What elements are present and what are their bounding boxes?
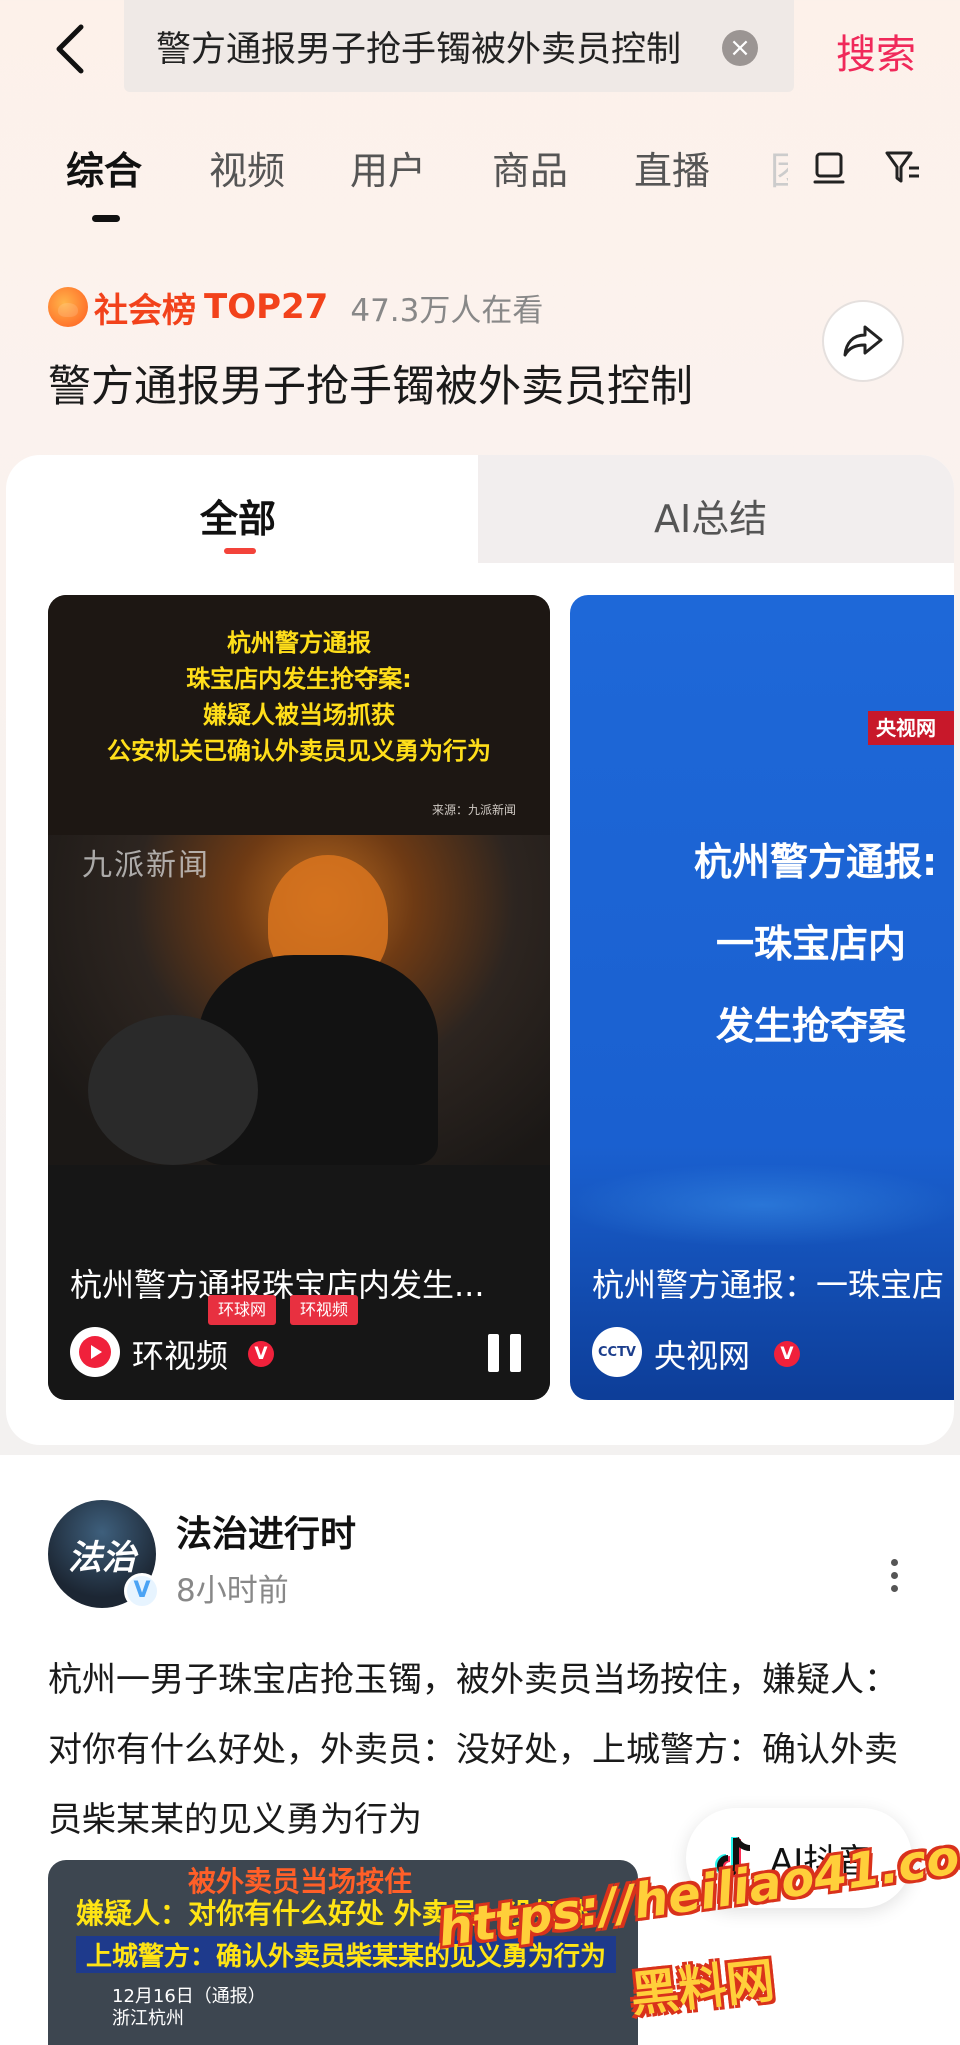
video-source-note: 来源：九派新闻 bbox=[431, 803, 516, 817]
share-icon bbox=[843, 325, 883, 357]
video-frame bbox=[48, 835, 550, 1165]
layout-icon[interactable] bbox=[804, 142, 854, 192]
tab-overflow: 团 bbox=[770, 140, 788, 195]
video-watermark: 九派新闻 bbox=[82, 848, 210, 883]
video-tag: 央视网 bbox=[868, 711, 954, 745]
video-caption-line: 一珠宝店内 bbox=[716, 922, 907, 966]
search-query[interactable]: 警方通报男子抢手镯被外卖员控制 bbox=[156, 21, 716, 72]
source-avatar[interactable] bbox=[70, 1327, 120, 1377]
video-caption-area: 杭州警方通报 珠宝店内发生抢夺案: 嫌疑人被当场抓获 公安机关已确认外卖员见义勇… bbox=[48, 595, 550, 835]
rank-number: TOP27 bbox=[204, 287, 329, 327]
share-button[interactable] bbox=[822, 300, 904, 382]
watch-count: 47.3万人在看 bbox=[350, 292, 544, 329]
top-bar: 警方通报男子抢手镯被外卖员控制 × 搜索 bbox=[0, 0, 960, 100]
rank-label: 社会榜 bbox=[94, 290, 196, 331]
search-button[interactable]: 搜索 bbox=[836, 22, 916, 80]
tab-live[interactable]: 直播 bbox=[634, 140, 710, 195]
tab-user[interactable]: 用户 bbox=[350, 140, 426, 195]
video-logos: 环球网 环视频 bbox=[208, 1295, 359, 1325]
segment-all[interactable]: 全部 bbox=[200, 488, 276, 543]
chevron-left-icon[interactable] bbox=[40, 14, 100, 84]
video-caption-line: 杭州警方通报: bbox=[694, 840, 938, 884]
filter-icon[interactable] bbox=[878, 142, 928, 192]
hot-rank-row[interactable]: 社会榜 TOP27 47.3万人在看 bbox=[48, 282, 543, 332]
tab-comprehensive[interactable]: 综合 bbox=[66, 140, 142, 195]
fire-icon bbox=[48, 287, 88, 327]
tab-video[interactable]: 视频 bbox=[209, 140, 285, 195]
source-avatar[interactable]: CCTV bbox=[592, 1327, 642, 1377]
video-caption: 杭州警方通报 珠宝店内发生抢夺案: 嫌疑人被当场抓获 公安机关已确认外卖员见义勇… bbox=[107, 629, 491, 765]
segment-indicator bbox=[224, 548, 256, 554]
more-vertical-icon[interactable] bbox=[878, 1555, 910, 1595]
video-caption-line: 发生抢夺案 bbox=[716, 1004, 907, 1048]
tab-goods[interactable]: 商品 bbox=[492, 140, 568, 195]
post-card[interactable]: 法治 V 法治进行时 8小时前 杭州一男子珠宝店抢玉镯，被外卖员当场按住，嫌疑人… bbox=[0, 1455, 960, 2045]
verified-badge: V bbox=[248, 1341, 274, 1367]
verified-badge: V bbox=[774, 1341, 800, 1367]
search-input[interactable]: 警方通报男子抢手镯被外卖员控制 × bbox=[124, 0, 794, 92]
topic-headline: 警方通报男子抢手镯被外卖员控制 bbox=[48, 362, 693, 412]
verified-icon: V bbox=[124, 1573, 160, 1609]
segment-ai-summary[interactable]: AI总结 bbox=[654, 488, 767, 543]
pause-icon[interactable] bbox=[488, 1334, 522, 1372]
author-name[interactable]: 法治进行时 bbox=[176, 1505, 356, 1557]
clear-icon[interactable]: × bbox=[722, 30, 758, 66]
video-card[interactable]: 杭州警方通报 珠宝店内发生抢夺案: 嫌疑人被当场抓获 公安机关已确认外卖员见义勇… bbox=[48, 595, 550, 1400]
post-time: 8小时前 bbox=[176, 1573, 289, 1609]
watermark-name: 黑料网 bbox=[627, 1952, 778, 2024]
source-name[interactable]: 环视频 bbox=[132, 1331, 228, 1377]
active-tab-indicator bbox=[92, 215, 120, 222]
video-card[interactable]: 央视网 杭州警方通报: 一珠宝店内 发生抢夺案 杭州警方通报：一珠宝店 CCTV… bbox=[570, 595, 954, 1400]
source-name[interactable]: 央视网 bbox=[654, 1331, 750, 1377]
video-title: 杭州警方通报：一珠宝店 bbox=[592, 1266, 945, 1304]
